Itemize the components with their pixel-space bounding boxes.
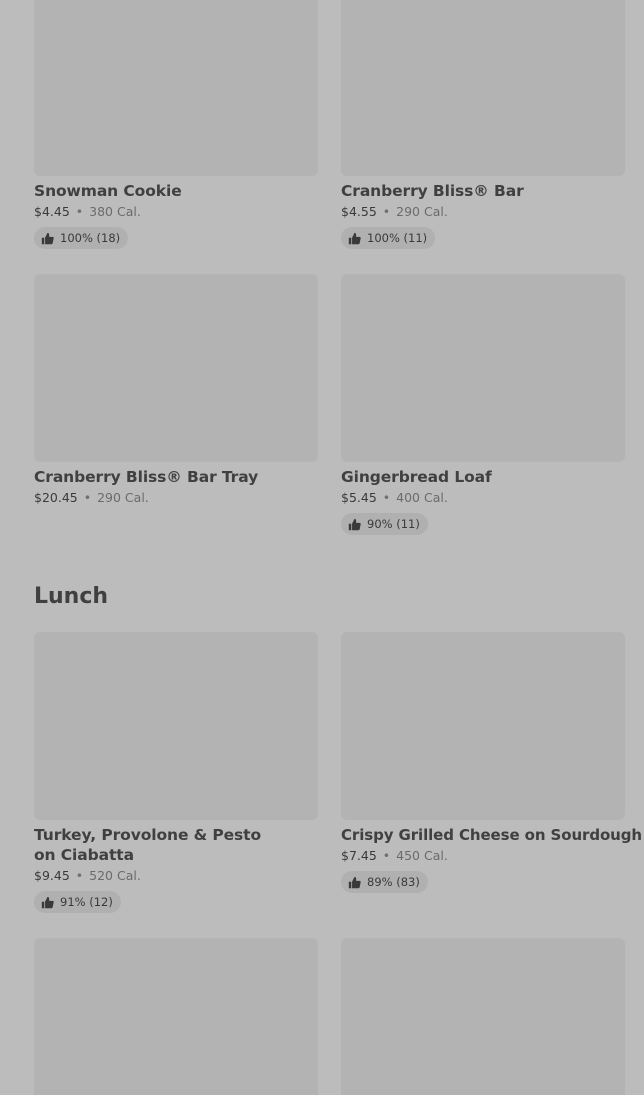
menu-item-calories: 520 Cal. <box>89 868 141 883</box>
menu-item-price: $20.45 <box>34 490 78 505</box>
menu-item-name: Crispy Grilled Cheese on Sourdough <box>341 826 642 844</box>
menu-item-image[interactable] <box>341 0 625 176</box>
thumbs-up-icon <box>348 876 361 888</box>
menu-item-image[interactable] <box>34 632 318 820</box>
menu-item-image[interactable] <box>34 938 318 1095</box>
menu-item-card[interactable] <box>34 938 318 1095</box>
menu-item-name: Cranberry Bliss® Bar Tray <box>34 468 259 486</box>
menu-item-image[interactable] <box>34 0 318 176</box>
menu-item-meta: $4.55 • 290 Cal. <box>341 204 625 220</box>
rating-badge: 89% (83) <box>341 871 428 893</box>
menu-item-name: Turkey, Provolone & Pesto on Ciabatta <box>34 826 262 864</box>
menu-item-price: $7.45 <box>341 848 377 863</box>
menu-item-image[interactable] <box>34 274 318 462</box>
menu-item-price: $9.45 <box>34 868 70 883</box>
menu-item-price: $4.55 <box>341 204 377 219</box>
menu-item-card[interactable]: Snowman Cookie $4.45 • 380 Cal. 100% (18… <box>34 0 318 249</box>
menu-item-name: Snowman Cookie <box>34 182 182 200</box>
menu-item-card[interactable]: Cranberry Bliss® Bar Tray $20.45 • 290 C… <box>34 274 318 506</box>
menu-item-calories: 400 Cal. <box>396 490 448 505</box>
rating-badge: 91% (12) <box>34 891 121 913</box>
menu-item-card[interactable]: Turkey, Provolone & Pesto on Ciabatta $9… <box>34 632 318 913</box>
rating-badge: 100% (11) <box>341 227 436 249</box>
separator-dot: • <box>75 204 84 219</box>
separator-dot: • <box>382 204 391 219</box>
separator-dot: • <box>75 868 84 883</box>
menu-item-name: Cranberry Bliss® Bar <box>341 182 524 200</box>
menu-item-card[interactable]: Cranberry Bliss® Bar $4.55 • 290 Cal. 10… <box>341 0 625 249</box>
thumbs-up-icon <box>348 232 361 244</box>
rating-text: 100% (11) <box>367 231 428 245</box>
thumbs-up-icon <box>348 518 361 530</box>
menu-item-meta: $20.45 • 290 Cal. <box>34 490 318 506</box>
rating-text: 100% (18) <box>60 231 121 245</box>
menu-item-calories: 380 Cal. <box>89 204 141 219</box>
menu-item-calories: 290 Cal. <box>396 204 448 219</box>
menu-item-image[interactable] <box>341 274 625 462</box>
section-title-lunch: Lunch <box>34 584 109 609</box>
menu-item-image[interactable] <box>341 938 625 1095</box>
menu-item-meta: $7.45 • 450 Cal. <box>341 848 625 864</box>
menu-item-card[interactable]: Crispy Grilled Cheese on Sourdough $7.45… <box>341 632 642 893</box>
menu-item-card[interactable]: Gingerbread Loaf $5.45 • 400 Cal. 90% (1… <box>341 274 625 535</box>
menu-item-meta: $4.45 • 380 Cal. <box>34 204 318 220</box>
thumbs-up-icon <box>41 896 54 908</box>
menu-item-meta: $5.45 • 400 Cal. <box>341 490 625 506</box>
menu-item-card[interactable] <box>341 938 625 1095</box>
rating-badge: 100% (18) <box>34 227 129 249</box>
rating-text: 89% (83) <box>367 875 420 889</box>
menu-item-name: Gingerbread Loaf <box>341 468 492 486</box>
menu-item-calories: 290 Cal. <box>97 490 149 505</box>
thumbs-up-icon <box>41 232 54 244</box>
separator-dot: • <box>83 490 92 505</box>
separator-dot: • <box>382 848 391 863</box>
menu-item-meta: $9.45 • 520 Cal. <box>34 868 318 884</box>
rating-text: 91% (12) <box>60 895 113 909</box>
rating-badge: 90% (11) <box>341 513 428 535</box>
rating-text: 90% (11) <box>367 517 420 531</box>
separator-dot: • <box>382 490 391 505</box>
menu-item-price: $4.45 <box>34 204 70 219</box>
menu-item-image[interactable] <box>341 632 625 820</box>
menu-item-calories: 450 Cal. <box>396 848 448 863</box>
menu-item-price: $5.45 <box>341 490 377 505</box>
